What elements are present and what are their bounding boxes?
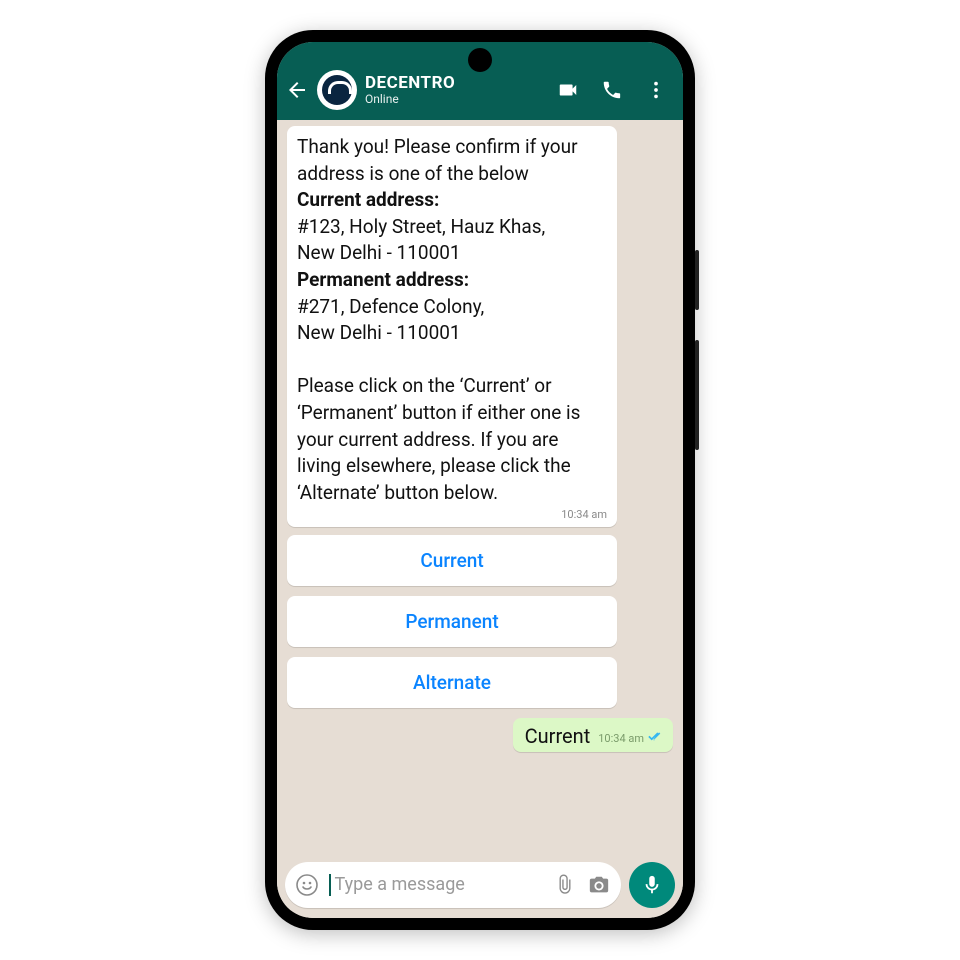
outgoing-message: Current 10:34 am [513, 718, 673, 752]
option-alternate-button[interactable]: Alternate [287, 657, 617, 708]
stage: DECENTRO Online [0, 0, 960, 960]
placeholder-text: Type a message [335, 874, 465, 895]
video-call-icon[interactable] [557, 79, 579, 101]
attach-icon[interactable] [553, 873, 577, 897]
incoming-message: Thank you! Please confirm if your addres… [287, 126, 617, 527]
camera-notch [468, 48, 492, 72]
phone-side-button [695, 250, 699, 310]
phone-frame: DECENTRO Online [265, 30, 695, 930]
outgoing-meta: 10:34 am [598, 731, 665, 748]
outgoing-text: Current [525, 724, 591, 748]
text-caret [329, 874, 331, 896]
current-address-label: Current address: [297, 188, 439, 211]
avatar[interactable] [317, 70, 357, 110]
chat-area[interactable]: Thank you! Please confirm if your addres… [277, 120, 683, 856]
message-input[interactable]: Type a message [285, 862, 621, 908]
message-time: 10:34 am [297, 508, 607, 521]
msg-instruction: Please click on the ‘Current’ or ‘Perman… [297, 374, 581, 503]
option-permanent-button[interactable]: Permanent [287, 596, 617, 647]
mic-button[interactable] [629, 862, 675, 908]
permanent-address-line1: #271, Defence Colony, [297, 295, 484, 318]
input-bar: Type a message [277, 856, 683, 918]
message-text: Thank you! Please confirm if your addres… [297, 134, 607, 506]
outgoing-time: 10:34 am [598, 732, 644, 745]
header-title-block[interactable]: DECENTRO Online [365, 74, 549, 106]
header-actions [557, 79, 671, 101]
back-icon[interactable] [285, 78, 309, 102]
phone-side-button [695, 340, 699, 450]
permanent-address-label: Permanent address: [297, 268, 469, 291]
contact-name: DECENTRO [365, 74, 549, 93]
current-address-line1: #123, Holy Street, Hauz Khas, [297, 215, 545, 238]
avatar-logo-icon [322, 75, 352, 105]
option-current-button[interactable]: Current [287, 535, 617, 586]
voice-call-icon[interactable] [601, 79, 623, 101]
screen: DECENTRO Online [277, 42, 683, 918]
outgoing-message-row: Current 10:34 am [287, 718, 673, 752]
emoji-icon[interactable] [295, 873, 319, 897]
more-options-icon[interactable] [645, 79, 667, 101]
camera-icon[interactable] [587, 873, 611, 897]
msg-intro: Thank you! Please confirm if your addres… [297, 135, 578, 185]
current-address-line2: New Delhi - 110001 [297, 241, 461, 264]
input-placeholder: Type a message [329, 874, 543, 896]
read-receipt-icon [647, 731, 665, 746]
contact-status: Online [365, 93, 549, 106]
permanent-address-line2: New Delhi - 110001 [297, 321, 461, 344]
